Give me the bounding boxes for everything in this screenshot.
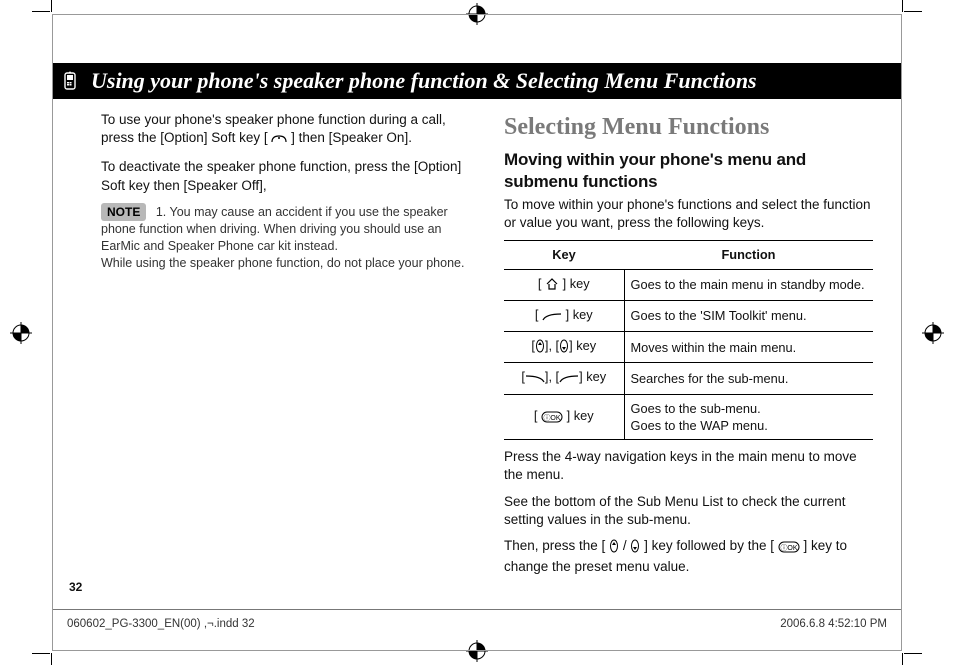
page-frame: Using your phone's speaker phone functio… [52,14,902,651]
function-cell: Goes to the sub-menu. Goes to the WAP me… [624,394,873,440]
text: [ [534,408,538,423]
key-cell: [ ] key [504,300,624,331]
key-cell: [], [] key [504,332,624,363]
chapter-header: Using your phone's speaker phone functio… [53,63,901,99]
text: ] key [567,408,594,423]
function-cell: Goes to the 'SIM Toolkit' menu. [624,300,873,331]
paragraph: Then, press the [ / ] key followed by th… [504,537,873,576]
text: [ [535,307,539,322]
phone-icon [53,63,87,99]
footer-timestamp: 2006.6.8 4:52:10 PM [780,618,887,630]
note-badge: NOTE [101,203,146,221]
note-block: NOTE 1. You may cause an accident if you… [101,203,470,272]
note-line: 1. You may cause an accident if you use … [156,205,448,219]
key-function-table: Key Function [ ] key [504,240,873,440]
crop-mark [904,653,922,654]
crop-mark [32,653,50,654]
key-cell: [], [] key [504,363,624,394]
crop-mark [904,11,922,12]
paragraph: To move within your phone's functions an… [504,196,873,232]
paragraph: Press the 4-way navigation keys in the m… [504,448,873,484]
nav-down-icon [630,539,640,558]
function-cell: Goes to the main menu in standby mode. [624,269,873,300]
table-row: [ ⓘOK ] key Goes to the sub-menu. Goes t… [504,394,873,440]
text: ] then [Speaker On]. [291,130,412,145]
nav-down-icon [559,339,569,357]
text: / [623,538,627,553]
note-body: NOTE 1. You may cause an accident if you… [101,203,470,272]
ok-icon: ⓘOK [778,540,800,558]
footer-file-info: 060602_PG-3300_EN(00) ,¬.indd 32 [67,618,255,630]
key-cell: [ ] key [504,269,624,300]
function-cell: Moves within the main menu. [624,332,873,363]
text: Then, press the [ [504,538,605,553]
key-cell: [ ⓘOK ] key [504,394,624,440]
ok-icon: ⓘOK [541,410,563,427]
crop-mark [51,653,52,665]
crop-mark [51,0,52,12]
text: [ [538,276,542,291]
registration-mark-icon [10,322,32,344]
nav-up-icon [609,539,619,558]
page-number: 32 [69,580,82,594]
table-row: [ ] key Goes to the 'SIM Toolkit' menu. [504,300,873,331]
section-title: Selecting Menu Functions [504,111,873,143]
crop-mark [32,11,50,12]
crop-mark [902,653,903,665]
softkey-right-icon [542,309,562,326]
footer: 060602_PG-3300_EN(00) ,¬.indd 32 2006.6.… [67,618,887,630]
nav-up-icon [535,339,545,357]
crop-mark [902,0,903,12]
softkey-right-icon [559,371,579,388]
text: ] key [563,276,590,291]
home-icon [545,277,559,295]
function-cell: Searches for the sub-menu. [624,363,873,394]
table-header-key: Key [504,241,624,269]
text: ] key [566,307,593,322]
table-header-function: Function [624,241,873,269]
paragraph: See the bottom of the Sub Menu List to c… [504,493,873,529]
left-column: To use your phone's speaker phone functi… [101,111,470,580]
softkey-left-icon [525,371,545,388]
table-row: [], [] key Searches for the sub-menu. [504,363,873,394]
paragraph: To use your phone's speaker phone functi… [101,111,470,150]
registration-mark-icon [922,322,944,344]
softkey-icon [271,132,287,150]
footer-rule [53,609,901,610]
paragraph: To deactivate the speaker phone function… [101,158,470,194]
page-root: Using your phone's speaker phone functio… [0,0,954,665]
table-row: [ ] key Goes to the main menu in standby… [504,269,873,300]
text: ] key followed by the [ [644,538,774,553]
right-column: Selecting Menu Functions Moving within y… [504,111,873,580]
svg-text:ⓘOK: ⓘOK [780,544,797,552]
body-columns: To use your phone's speaker phone functi… [101,111,873,580]
chapter-title: Using your phone's speaker phone functio… [87,68,757,94]
table-row: [], [] key Moves within the main menu. [504,332,873,363]
subsection-title: Moving within your phone's menu and subm… [504,149,873,192]
note-rest: phone function when driving. When drivin… [101,221,470,272]
svg-text:ⓘOK: ⓘOK [543,414,560,422]
